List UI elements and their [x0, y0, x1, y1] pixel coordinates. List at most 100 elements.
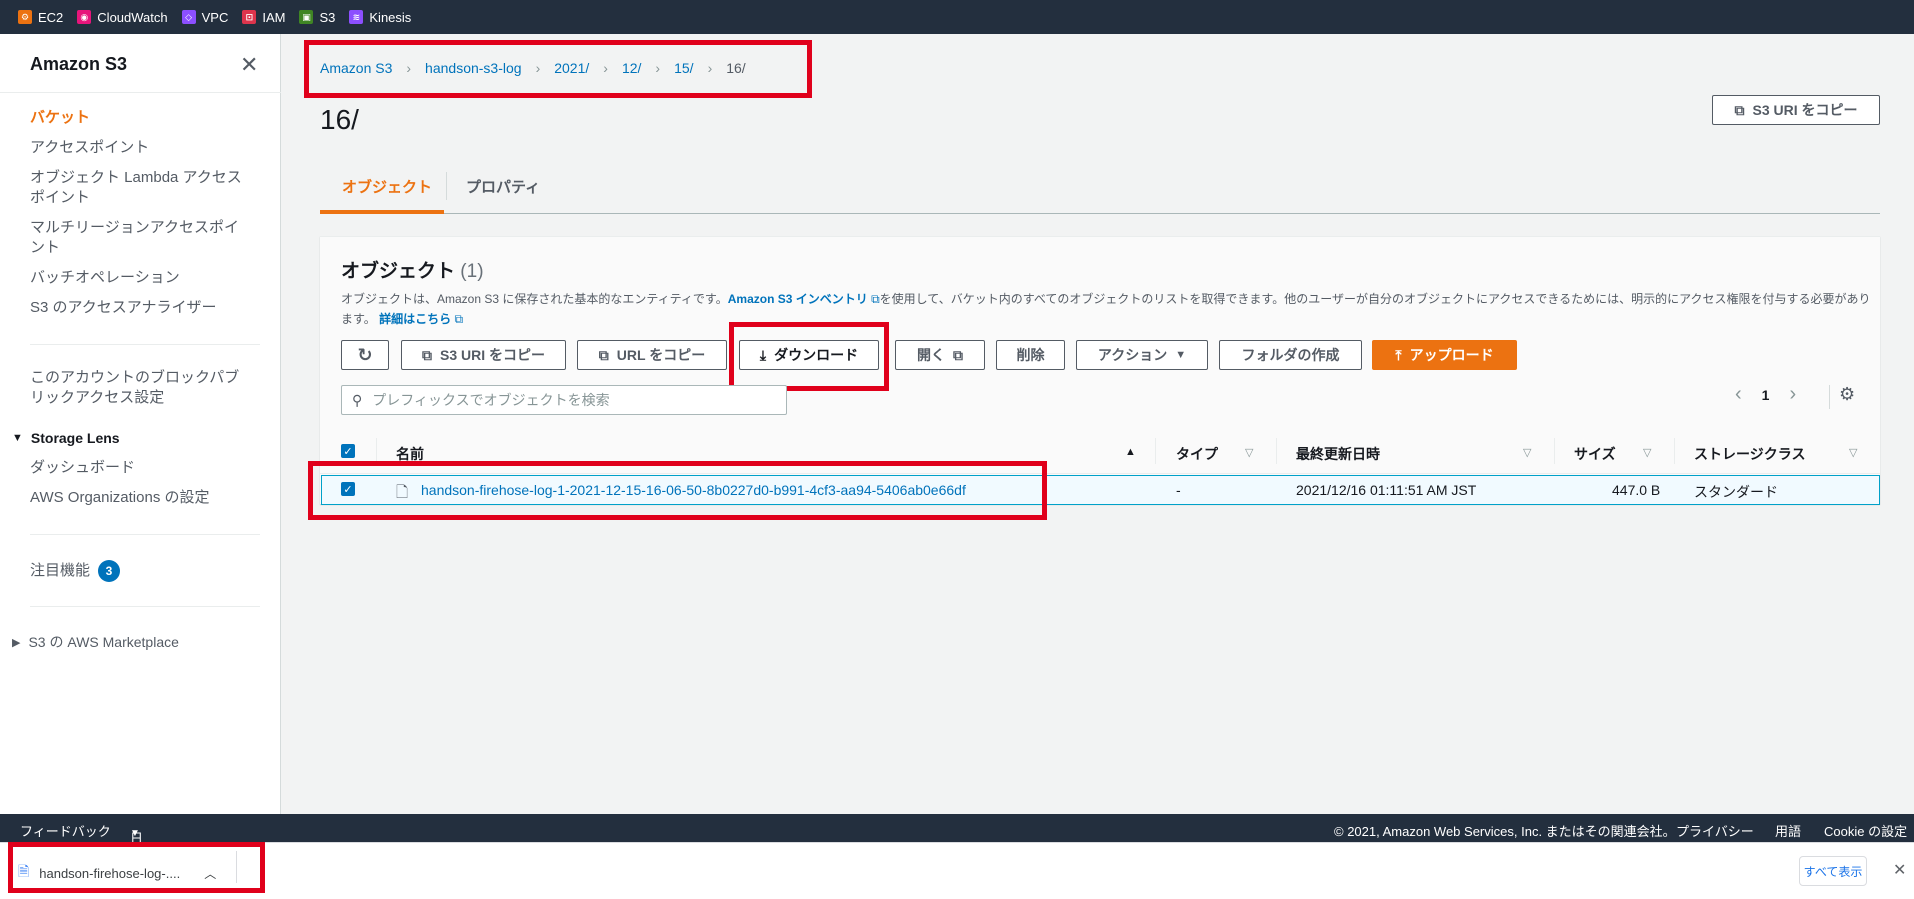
refresh-button[interactable]: ↻: [341, 340, 389, 370]
marketplace-section[interactable]: ▶ S3 の AWS Marketplace: [12, 632, 179, 652]
fav-ec2[interactable]: ⚙ EC2: [18, 10, 63, 25]
delete-button[interactable]: 削除: [996, 340, 1065, 370]
breadcrumb: Amazon S3 › handson-s3-log › 2021/ › 12/ › 1…: [320, 60, 746, 76]
sidebar-item-block-public-access[interactable]: このアカウントのブロックパブリックアクセス設定: [30, 368, 250, 408]
terms-link[interactable]: 用語: [1775, 821, 1801, 840]
upload-button[interactable]: ⤒ アップロード: [1372, 340, 1517, 370]
sidebar-item-buckets[interactable]: バケット: [30, 108, 250, 128]
sort-icon[interactable]: ▽: [1643, 446, 1651, 459]
sidebar-item-batch-ops[interactable]: バッチオペレーション: [30, 268, 250, 288]
column-divider: [1155, 438, 1156, 464]
caret-down-icon: ▼: [1175, 349, 1187, 361]
sidebar-item-featured[interactable]: 注目機能 3: [30, 560, 250, 582]
footer: フィードバック 日本語 ▼ © 2021, Amazon Web Service…: [0, 814, 1914, 884]
column-divider: [376, 438, 377, 464]
close-icon[interactable]: ✕: [1893, 860, 1906, 880]
breadcrumb-bucket[interactable]: handson-s3-log: [425, 60, 522, 76]
object-modified: 2021/12/16 01:11:51 AM JST: [1296, 482, 1477, 498]
select-all-checkbox[interactable]: ✓: [341, 444, 355, 458]
tab-properties[interactable]: プロパティ: [466, 176, 540, 197]
caret-down-icon: ▼: [12, 432, 23, 444]
inventory-link[interactable]: Amazon S3 インベントリ: [728, 292, 868, 306]
close-icon[interactable]: ✕: [240, 52, 258, 78]
sort-icon[interactable]: ▽: [1245, 446, 1253, 459]
object-name-link[interactable]: handson-firehose-log-1-2021-12-15-16-06-…: [421, 482, 966, 498]
actions-dropdown[interactable]: アクション ▼: [1076, 340, 1208, 370]
chevron-right-icon: ›: [707, 60, 713, 76]
open-button[interactable]: 開く ⧉: [895, 340, 985, 370]
chevron-up-icon[interactable]: ︿: [204, 865, 216, 882]
tab-objects[interactable]: オブジェクト: [342, 176, 432, 197]
row-checkbox[interactable]: ✓: [341, 482, 355, 496]
chevron-left-icon[interactable]: ‹: [1735, 383, 1742, 406]
chevron-right-icon: ›: [406, 60, 412, 76]
fav-cloudwatch[interactable]: ◉ CloudWatch: [77, 10, 168, 25]
sidebar-item-org-settings[interactable]: AWS Organizations の設定: [30, 488, 250, 508]
create-folder-button[interactable]: フォルダの作成: [1219, 340, 1362, 370]
sidebar-title: Amazon S3: [30, 54, 128, 74]
breadcrumb-month[interactable]: 12/: [622, 60, 641, 76]
breadcrumb-year[interactable]: 2021/: [554, 60, 589, 76]
cookie-settings-link[interactable]: Cookie の設定: [1824, 821, 1907, 840]
file-icon: 🗋: [396, 484, 409, 501]
fav-vpc[interactable]: ◇ VPC: [181, 10, 228, 25]
column-divider: [1554, 438, 1555, 464]
sidebar-item-multi-region[interactable]: マルチリージョンアクセスポイント: [30, 218, 250, 258]
object-type: -: [1176, 482, 1181, 498]
object-storage-class: スタンダード: [1694, 484, 1778, 500]
breadcrumb-day[interactable]: 15/: [674, 60, 693, 76]
copy-s3-uri-button[interactable]: ⧉ S3 URI をコピー: [401, 340, 566, 370]
column-divider: [1276, 438, 1277, 464]
copy-icon: ⧉: [1734, 101, 1745, 118]
gear-icon[interactable]: ⚙: [1839, 384, 1855, 405]
fav-iam[interactable]: ⊡ IAM: [242, 10, 285, 25]
sort-icon[interactable]: ▽: [1523, 446, 1531, 459]
external-link-icon: ⧉: [867, 292, 880, 306]
column-modified[interactable]: 最終更新日時: [1296, 444, 1380, 464]
column-name[interactable]: 名前: [396, 444, 424, 464]
fav-kinesis[interactable]: ≋ Kinesis: [349, 10, 411, 25]
show-all-button[interactable]: すべて表示: [1799, 856, 1867, 886]
copyright: © 2021, Amazon Web Services, Inc. またはその関…: [1334, 824, 1676, 839]
sidebar-item-access-points[interactable]: アクセスポイント: [30, 138, 250, 158]
copy-s3-uri-top-button[interactable]: ⧉ S3 URI をコピー: [1712, 95, 1880, 125]
chevron-right-icon[interactable]: ›: [1789, 383, 1796, 406]
storage-lens-section[interactable]: ▼ Storage Lens: [12, 430, 120, 446]
fav-s3[interactable]: ▣ S3: [299, 10, 335, 25]
column-storage-class[interactable]: ストレージクラス: [1694, 444, 1805, 464]
page-number[interactable]: 1: [1762, 387, 1770, 403]
sort-icon[interactable]: ▽: [1849, 446, 1857, 459]
tab-active-indicator: [320, 210, 444, 214]
s3-icon: ▣: [299, 10, 314, 24]
pagination: ‹ 1 ›: [1735, 383, 1796, 406]
column-type[interactable]: タイプ: [1176, 444, 1218, 464]
featured-count-badge: 3: [98, 560, 121, 582]
object-link[interactable]: handson-firehose-log-1-2021-12-15-16-06-…: [421, 482, 966, 498]
chevron-right-icon: ›: [603, 60, 608, 76]
download-button[interactable]: ⤓ ダウンロード: [739, 340, 879, 370]
download-bar: [0, 842, 1914, 899]
breadcrumb-s3[interactable]: Amazon S3: [320, 60, 392, 76]
download-item[interactable]: 🗎 handson-firehose-log-.... ︿: [18, 861, 216, 885]
refresh-icon: ↻: [357, 344, 373, 365]
caret-right-icon: ▶: [12, 636, 21, 649]
copy-url-button[interactable]: ⧉ URL をコピー: [577, 340, 727, 370]
column-divider: [1674, 438, 1675, 464]
sort-asc-icon[interactable]: ▲: [1125, 446, 1136, 458]
chevron-right-icon: ›: [535, 60, 541, 76]
feedback-link[interactable]: フィードバック: [20, 821, 111, 840]
copy-icon: ⧉: [421, 346, 432, 363]
divider: [30, 534, 260, 535]
objects-description: オブジェクトは、Amazon S3 に保存された基本的なエンティティです。Ama…: [341, 292, 1871, 326]
sidebar-item-dashboard[interactable]: ダッシュボード: [30, 458, 250, 478]
search-input[interactable]: ⚲ プレフィックスでオブジェクトを検索: [341, 385, 787, 415]
external-link-icon: ⧉: [953, 346, 963, 363]
column-size[interactable]: サイズ: [1574, 444, 1616, 464]
divider: [0, 92, 281, 93]
sidebar-item-access-analyzer[interactable]: S3 のアクセスアナライザー: [30, 298, 250, 318]
favorites-bar: ⚙ EC2 ◉ CloudWatch ◇ VPC ⊡ IAM ▣ S3 ≋ Kinesis: [0, 0, 1914, 34]
learn-more-link[interactable]: 詳細はこちら: [379, 312, 451, 326]
chevron-right-icon: ›: [655, 60, 661, 76]
sidebar-item-object-lambda[interactable]: オブジェクト Lambda アクセスポイント: [30, 168, 250, 208]
privacy-link[interactable]: プライバシー: [1676, 821, 1754, 840]
